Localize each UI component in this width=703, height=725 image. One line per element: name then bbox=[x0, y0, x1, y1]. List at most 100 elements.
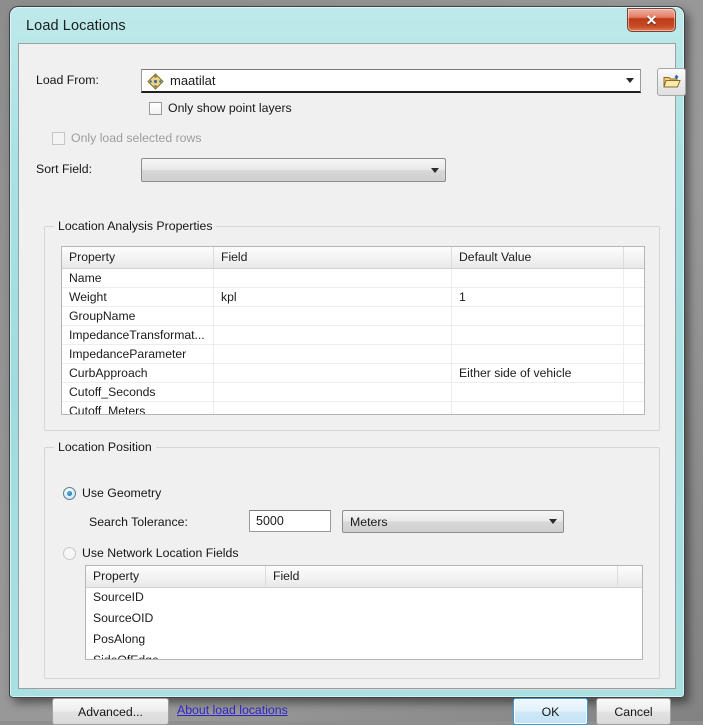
cell-property: GroupName bbox=[62, 307, 214, 325]
cell-field[interactable] bbox=[214, 307, 452, 325]
table-row[interactable]: CurbApproach Either side of vehicle bbox=[62, 364, 644, 383]
sort-field-label: Sort Field: bbox=[36, 162, 92, 176]
cell-field[interactable] bbox=[266, 651, 618, 660]
dialog-client-area: Load From: maatilat bbox=[18, 43, 676, 689]
cell-field[interactable] bbox=[214, 269, 452, 287]
load-from-value: maatilat bbox=[170, 73, 216, 88]
desktop-background: Load Locations ✕ Load From: bbox=[0, 0, 703, 721]
cell-property: Cutoff_Seconds bbox=[62, 383, 214, 401]
browse-button[interactable] bbox=[657, 68, 686, 96]
grid-header-row: Property Field bbox=[86, 566, 642, 588]
search-tolerance-label: Search Tolerance: bbox=[89, 515, 188, 529]
column-header-property[interactable]: Property bbox=[86, 566, 266, 587]
title-bar: Load Locations ✕ bbox=[10, 7, 684, 45]
table-row[interactable]: GroupName bbox=[62, 307, 644, 326]
use-network-location-fields-label: Use Network Location Fields bbox=[82, 546, 239, 560]
search-tolerance-input[interactable]: 5000 bbox=[249, 510, 331, 532]
cell-property: SourceOID bbox=[86, 609, 266, 630]
cell-field[interactable] bbox=[266, 609, 618, 630]
cell-extra bbox=[618, 609, 642, 630]
location-analysis-properties-grid[interactable]: Property Field Default Value Name Weight… bbox=[61, 246, 645, 415]
column-header-field[interactable]: Field bbox=[214, 247, 452, 268]
cell-field[interactable] bbox=[214, 383, 452, 401]
table-row[interactable]: SideOfEdge bbox=[86, 651, 642, 660]
table-row[interactable]: Name bbox=[62, 269, 644, 288]
cell-field[interactable] bbox=[214, 326, 452, 344]
only-show-point-layers-label: Only show point layers bbox=[168, 101, 292, 115]
cell-default-value[interactable] bbox=[452, 402, 624, 415]
network-location-fields-grid[interactable]: Property Field SourceID SourceOID bbox=[85, 565, 643, 660]
close-icon[interactable]: ✕ bbox=[627, 8, 676, 32]
cell-default-value[interactable] bbox=[452, 307, 624, 325]
table-row[interactable]: Cutoff_Meters bbox=[62, 402, 644, 415]
cell-field[interactable] bbox=[266, 588, 618, 609]
cell-property: PosAlong bbox=[86, 630, 266, 651]
table-row[interactable]: ImpedanceParameter bbox=[62, 345, 644, 364]
cell-extra bbox=[624, 326, 644, 344]
chevron-down-icon[interactable] bbox=[425, 160, 444, 180]
radio-dot[interactable] bbox=[63, 547, 76, 560]
load-from-combo[interactable]: maatilat bbox=[141, 69, 641, 93]
cell-extra bbox=[624, 345, 644, 363]
column-header-extra[interactable] bbox=[624, 247, 644, 268]
cell-extra bbox=[618, 651, 642, 660]
cell-property: SideOfEdge bbox=[86, 651, 266, 660]
footer-divider bbox=[36, 689, 660, 690]
cell-property: ImpedanceTransformat... bbox=[62, 326, 214, 344]
table-row[interactable]: Cutoff_Seconds bbox=[62, 383, 644, 402]
cell-extra bbox=[624, 288, 644, 306]
cell-field[interactable] bbox=[266, 630, 618, 651]
cell-property: ImpedanceParameter bbox=[62, 345, 214, 363]
cell-property: CurbApproach bbox=[62, 364, 214, 382]
cell-default-value[interactable]: 1 bbox=[452, 288, 624, 306]
table-row[interactable]: SourceID bbox=[86, 588, 642, 609]
table-row[interactable]: ImpedanceTransformat... bbox=[62, 326, 644, 345]
cell-property: Cutoff_Meters bbox=[62, 402, 214, 415]
units-value: Meters bbox=[350, 515, 388, 529]
location-analysis-properties-legend: Location Analysis Properties bbox=[54, 219, 216, 233]
sort-field-combo[interactable] bbox=[141, 158, 446, 182]
cell-default-value[interactable] bbox=[452, 269, 624, 287]
window-title: Load Locations bbox=[26, 18, 126, 34]
cell-field[interactable] bbox=[214, 345, 452, 363]
cell-property: Name bbox=[62, 269, 214, 287]
about-load-locations-link[interactable]: About load locations bbox=[177, 703, 288, 717]
cell-default-value[interactable]: Either side of vehicle bbox=[452, 364, 624, 382]
column-header-extra[interactable] bbox=[618, 566, 642, 587]
load-from-row: Load From: maatilat bbox=[36, 69, 660, 93]
only-load-selected-rows-checkbox: Only load selected rows bbox=[52, 131, 202, 145]
table-row[interactable]: SourceOID bbox=[86, 609, 642, 630]
table-row[interactable]: PosAlong bbox=[86, 630, 642, 651]
close-glyph: ✕ bbox=[646, 12, 658, 29]
column-header-field[interactable]: Field bbox=[266, 566, 618, 587]
location-analysis-properties-group: Location Analysis Properties Property Fi… bbox=[44, 226, 660, 431]
search-tolerance-units-combo[interactable]: Meters bbox=[342, 510, 564, 533]
cell-default-value[interactable] bbox=[452, 326, 624, 344]
load-locations-dialog: Load Locations ✕ Load From: bbox=[9, 6, 685, 698]
column-header-default-value[interactable]: Default Value bbox=[452, 247, 624, 268]
cell-default-value[interactable] bbox=[452, 345, 624, 363]
table-row[interactable]: Weight kpl 1 bbox=[62, 288, 644, 307]
location-position-legend: Location Position bbox=[54, 440, 156, 454]
chevron-down-icon[interactable] bbox=[543, 512, 562, 531]
only-show-point-layers-checkbox[interactable]: Only show point layers bbox=[149, 101, 292, 115]
open-folder-icon bbox=[663, 74, 681, 90]
sort-field-row: Sort Field: bbox=[36, 158, 436, 182]
use-network-location-fields-radio[interactable]: Use Network Location Fields bbox=[63, 546, 239, 560]
cell-extra bbox=[618, 588, 642, 609]
checkbox-box[interactable] bbox=[149, 102, 162, 115]
cell-extra bbox=[624, 269, 644, 287]
use-geometry-label: Use Geometry bbox=[82, 486, 161, 500]
radio-dot[interactable] bbox=[63, 487, 76, 500]
cell-field[interactable]: kpl bbox=[214, 288, 452, 306]
checkbox-box bbox=[52, 132, 65, 145]
cell-extra bbox=[624, 307, 644, 325]
cell-field[interactable] bbox=[214, 364, 452, 382]
column-header-property[interactable]: Property bbox=[62, 247, 214, 268]
use-geometry-radio[interactable]: Use Geometry bbox=[63, 486, 161, 500]
cell-default-value[interactable] bbox=[452, 383, 624, 401]
cell-field[interactable] bbox=[214, 402, 452, 415]
cell-extra bbox=[618, 630, 642, 651]
only-load-selected-rows-label: Only load selected rows bbox=[71, 131, 202, 145]
chevron-down-icon[interactable] bbox=[620, 71, 639, 90]
